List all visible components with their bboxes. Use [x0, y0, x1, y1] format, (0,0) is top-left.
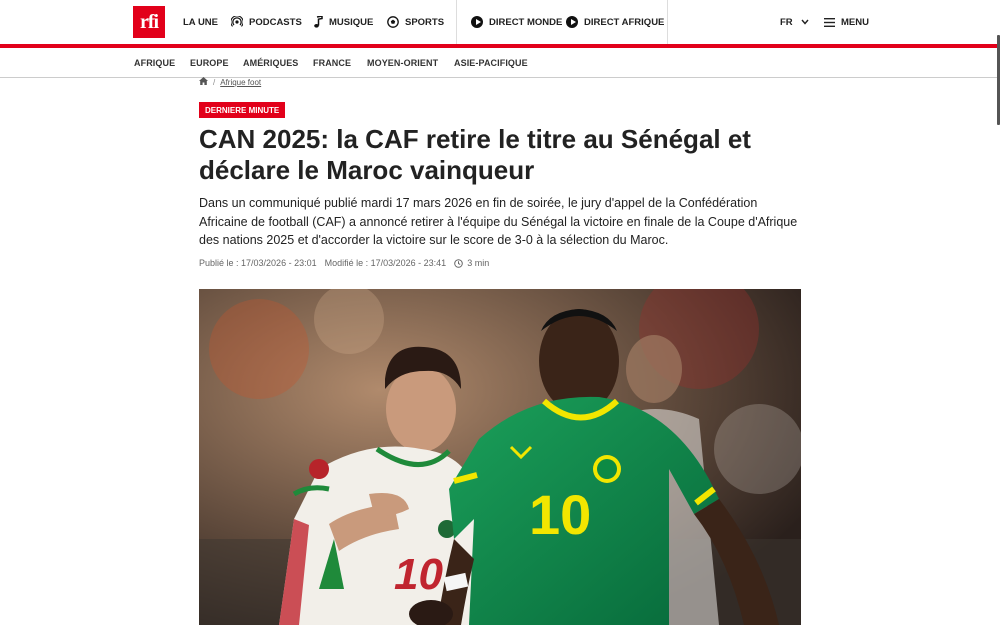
published-date: Publié le : 17/03/2026 - 23:01	[199, 258, 317, 268]
header-divider	[667, 0, 668, 44]
region-nav: AFRIQUE EUROPE AMÉRIQUES FRANCE MOYEN-OR…	[0, 48, 1000, 78]
top-header: rfi LA UNE PODCASTS MUSIQUE SPORTS DIREC…	[0, 0, 1000, 44]
direct-monde-label: DIRECT MONDE	[489, 16, 563, 28]
chevron-down-icon	[801, 17, 809, 28]
language-select[interactable]: FR	[780, 0, 809, 44]
nav-musique[interactable]: MUSIQUE	[313, 0, 373, 44]
article-meta: Publié le : 17/03/2026 - 23:01 Modifié l…	[199, 257, 497, 269]
nav-musique-label: MUSIQUE	[329, 16, 374, 28]
hamburger-icon	[824, 17, 835, 27]
breadcrumb: / Afrique foot	[199, 76, 261, 88]
morocco-jersey-number: 10	[394, 550, 443, 599]
nav-podcasts-label: PODCASTS	[249, 16, 302, 28]
rfi-logo[interactable]: rfi	[133, 6, 165, 38]
breaking-news-badge: DERNIERE MINUTE	[199, 102, 286, 118]
header-divider	[456, 0, 457, 44]
music-note-icon	[313, 16, 323, 28]
nav-podcasts[interactable]: PODCASTS	[231, 0, 302, 44]
breadcrumb-separator: /	[213, 77, 216, 87]
nav-sports-label: SPORTS	[405, 16, 445, 28]
nav-la-une[interactable]: LA UNE	[183, 0, 218, 44]
nav-sports[interactable]: SPORTS	[387, 0, 444, 44]
home-icon[interactable]	[199, 77, 208, 87]
direct-afrique-button[interactable]: DIRECT AFRIQUE	[566, 0, 664, 44]
clock-icon	[454, 258, 463, 268]
region-moyen-orient[interactable]: MOYEN-ORIENT	[367, 48, 438, 78]
menu-label: MENU	[841, 16, 869, 28]
menu-button[interactable]: MENU	[824, 0, 869, 44]
region-france[interactable]: FRANCE	[313, 48, 351, 78]
language-label: FR	[780, 16, 793, 28]
region-europe[interactable]: EUROPE	[190, 48, 229, 78]
article-title: CAN 2025: la CAF retire le titre au Séné…	[199, 124, 751, 185]
podcast-icon	[231, 16, 243, 28]
nav-la-une-label: LA UNE	[183, 16, 219, 28]
read-time: 3 min	[467, 258, 490, 268]
region-afrique[interactable]: AFRIQUE	[134, 48, 175, 78]
region-asie-pacifique[interactable]: ASIE-PACIFIQUE	[454, 48, 528, 78]
region-ameriques[interactable]: AMÉRIQUES	[243, 48, 298, 78]
modified-date: Modifié le : 17/03/2026 - 23:41	[324, 258, 447, 268]
football-players-illustration: 10 10	[199, 289, 801, 625]
breadcrumb-afrique-foot[interactable]: Afrique foot	[220, 78, 261, 87]
article-hero-image[interactable]: 10 10	[199, 289, 801, 625]
direct-afrique-label: DIRECT AFRIQUE	[584, 16, 665, 28]
senegal-jersey-number: 10	[529, 483, 591, 546]
soccer-ball-icon	[387, 16, 399, 28]
direct-monde-button[interactable]: DIRECT MONDE	[471, 0, 562, 44]
play-circle-icon	[566, 16, 578, 28]
article-lead: Dans un communiqué publié mardi 17 mars …	[199, 196, 798, 247]
play-circle-icon	[471, 16, 483, 28]
